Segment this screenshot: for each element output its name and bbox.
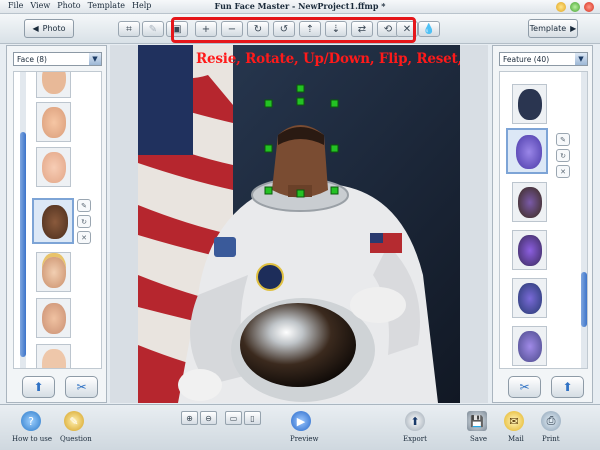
save-label[interactable]: Save xyxy=(470,435,487,443)
face-thumbnail[interactable] xyxy=(36,344,71,368)
capture-icon: ✂ xyxy=(76,380,87,394)
actual-size-button[interactable]: ▯ xyxy=(244,411,261,425)
fit-button[interactable]: ▭ xyxy=(225,411,242,425)
close-button[interactable] xyxy=(584,2,594,12)
rotate-face-button[interactable]: ↻ xyxy=(77,215,91,228)
how-to-use-label[interactable]: How to use xyxy=(12,435,52,443)
feature-scrollbar[interactable] xyxy=(581,72,587,368)
feature-category-value: Feature (40) xyxy=(503,55,550,64)
zoom-in-button[interactable]: ⊕ xyxy=(181,411,198,425)
title-bar: File View Photo Template Help Fun Face M… xyxy=(0,0,600,14)
face-thumbnail[interactable] xyxy=(36,147,71,187)
face-category-select[interactable]: Face (8) ▼ xyxy=(13,52,102,66)
delete-face-button[interactable]: ✕ xyxy=(77,231,91,244)
rotate-feature-button[interactable]: ↻ xyxy=(556,149,570,162)
window-controls xyxy=(556,2,594,12)
capture-feature-button[interactable]: ✂ xyxy=(508,376,541,398)
face-panel: Face (8) ▼ ✎ ↻ ✕ ⬆ ✂ xyxy=(6,45,107,403)
question-label[interactable]: Question xyxy=(60,435,92,443)
face-thumbnail[interactable] xyxy=(36,252,71,292)
save-icon[interactable]: 💾 xyxy=(467,411,487,431)
feature-thumbnail[interactable] xyxy=(512,182,547,222)
import-face-button[interactable]: ⬆ xyxy=(22,376,55,398)
feature-panel: Feature (40) ▼ ✎ ↻ ✕ ✂ ⬆ xyxy=(492,45,593,403)
crop-icon[interactable]: ⌗ xyxy=(118,21,140,37)
feature-thumbnail[interactable] xyxy=(512,326,547,366)
import-icon: ⬆ xyxy=(562,380,573,394)
minimize-button[interactable] xyxy=(556,2,566,12)
maximize-button[interactable] xyxy=(570,2,580,12)
feature-list xyxy=(499,71,588,369)
question-icon[interactable]: ✎ xyxy=(64,411,84,431)
delete-feature-button[interactable]: ✕ xyxy=(556,165,570,178)
pencil-icon[interactable]: ✎ xyxy=(142,21,164,37)
face-category-value: Face (8) xyxy=(17,55,47,64)
face-thumbnail-selected[interactable] xyxy=(32,198,74,244)
instruction-caption: Resie, Rotate, Up/Down, Flip, Reset, Del… xyxy=(196,51,460,67)
export-label[interactable]: Export xyxy=(403,435,427,443)
canvas-area: Resie, Rotate, Up/Down, Flip, Reset, Del… xyxy=(110,45,488,403)
face-thumbnail[interactable] xyxy=(36,298,71,338)
import-icon: ⬆ xyxy=(33,380,44,394)
photo-nav-label: Photo xyxy=(42,24,66,33)
arrow-right-icon: ▶ xyxy=(570,24,577,33)
help-icon[interactable]: ? xyxy=(21,411,41,431)
edit-feature-button[interactable]: ✎ xyxy=(556,133,570,146)
window-title: Fun Face Master - NewProject1.ffmp * xyxy=(214,1,386,11)
face-scroll-thumb[interactable] xyxy=(20,132,26,357)
astronaut-illustration xyxy=(138,45,460,403)
edit-face-button[interactable]: ✎ xyxy=(77,199,91,212)
template-nav-label: Template xyxy=(529,24,567,33)
capture-icon: ✂ xyxy=(519,380,530,394)
feature-scroll-thumb[interactable] xyxy=(581,272,587,327)
face-thumbnail[interactable] xyxy=(36,102,71,142)
chevron-down-icon: ▼ xyxy=(89,53,101,65)
bottom-bar: ? How to use ✎ Question ⊕ ⊖ ▭ ▯ ▶ Previe… xyxy=(0,404,600,450)
print-label[interactable]: Print xyxy=(542,435,560,443)
face-thumbnail[interactable] xyxy=(36,72,71,98)
feature-thumbnail-selected[interactable] xyxy=(506,128,548,174)
play-icon[interactable]: ▶ xyxy=(291,411,311,431)
astronaut-photo[interactable]: Resie, Rotate, Up/Down, Flip, Reset, Del… xyxy=(138,45,460,403)
drop-icon[interactable]: 💧 xyxy=(418,21,440,37)
zoom-out-button[interactable]: ⊖ xyxy=(200,411,217,425)
feature-thumbnail[interactable] xyxy=(512,278,547,318)
mail-label[interactable]: Mail xyxy=(508,435,524,443)
preview-label[interactable]: Preview xyxy=(290,435,319,443)
import-feature-button[interactable]: ⬆ xyxy=(551,376,584,398)
mail-icon[interactable]: ✉ xyxy=(504,411,524,431)
capture-face-button[interactable]: ✂ xyxy=(65,376,98,398)
feature-thumbnail[interactable] xyxy=(512,84,547,124)
print-icon[interactable]: ⎙ xyxy=(541,411,561,431)
feature-thumbnail[interactable] xyxy=(512,230,547,270)
feature-category-select[interactable]: Feature (40) ▼ xyxy=(499,52,588,66)
photo-nav-button[interactable]: ◀ Photo xyxy=(24,19,74,38)
face-scrollbar[interactable] xyxy=(20,72,26,368)
arrow-left-icon: ◀ xyxy=(32,24,39,33)
template-nav-button[interactable]: Template ▶ xyxy=(528,19,578,38)
chevron-down-icon: ▼ xyxy=(575,53,587,65)
toolbar-highlight xyxy=(171,17,416,43)
export-icon[interactable]: ⬆ xyxy=(405,411,425,431)
